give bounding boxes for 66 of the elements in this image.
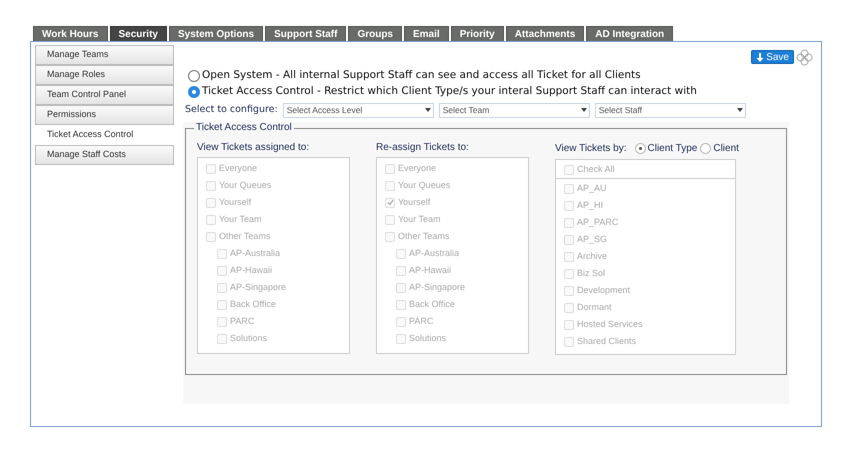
checkbox-label: AP_SG <box>577 232 608 246</box>
checkbox-label: AP-Hawaii <box>230 264 272 277</box>
checkbox-label: Your Team <box>398 212 441 226</box>
tab[interactable]: Attachments <box>506 26 584 41</box>
checkbox-label: AP-Australia <box>230 246 280 260</box>
checkbox-label: Biz Sol <box>577 266 606 280</box>
checkbox-label: Your Queues <box>219 178 272 192</box>
checkbox-label: Other Teams <box>219 230 270 243</box>
list-title: View Tickets by: <box>555 142 627 156</box>
checkbox-label: PARC <box>409 314 434 328</box>
checkbox-label: Your Queues <box>398 178 450 192</box>
select-field[interactable]: Select Access Level <box>282 102 434 118</box>
download-arrow-icon <box>756 52 764 62</box>
tab[interactable]: Groups <box>348 26 402 41</box>
checkbox-label: AP-Australia <box>409 246 460 260</box>
checkbox-label: Check All <box>577 162 615 176</box>
checkbox-label: Other Teams <box>398 230 450 243</box>
radio-label: Ticket Access Control - Restrict which Client Type/s your interal Support Staff can interact with <box>202 84 697 100</box>
select-field[interactable]: Select Team <box>438 102 590 118</box>
checkbox-label: Hosted Services <box>577 318 643 331</box>
tab[interactable]: Support Staff <box>265 26 346 41</box>
checkbox-label: Yourself <box>219 196 252 209</box>
dropdown-caret-icon <box>424 108 431 112</box>
checkbox-label: AP_AU <box>577 182 607 195</box>
checkbox-label: AP-Singapore <box>230 280 286 294</box>
sidebar-item[interactable]: Manage Teams <box>35 45 174 65</box>
checkbox-label: AP_HI <box>577 198 604 212</box>
radio-button[interactable] <box>188 70 200 82</box>
dropdown-caret-icon <box>736 108 743 112</box>
checkbox-label: Solutions <box>230 332 268 345</box>
save-button[interactable]: Save <box>751 50 794 64</box>
checkbox-label: Back Office <box>409 298 455 311</box>
tab[interactable]: Email <box>404 26 449 41</box>
checkbox-label: Archive <box>577 250 608 263</box>
radio-label: Client Type <box>648 142 698 156</box>
tab[interactable]: Priority <box>450 26 504 41</box>
sidebar-item[interactable]: Permissions <box>35 105 174 125</box>
select-field[interactable]: Select Staff <box>594 102 746 118</box>
dropdown-caret-icon <box>580 108 587 112</box>
checkbox-label: AP-Singapore <box>409 280 466 294</box>
sidebar-item[interactable]: Team Control Panel <box>35 85 174 105</box>
sidebar-item[interactable]: Manage Roles <box>35 65 174 85</box>
radio-button[interactable] <box>188 86 200 98</box>
tab[interactable]: System Options <box>168 26 264 41</box>
checkbox-label: Yourself <box>398 196 430 209</box>
sidebar-item[interactable]: Manage Staff Costs <box>35 145 174 165</box>
tab[interactable]: Security <box>110 26 167 41</box>
checkbox-label: PARC <box>230 314 254 328</box>
checkbox-label: Everyone <box>398 162 436 175</box>
tab[interactable]: AD Integration <box>586 26 674 41</box>
flower-outline-icon[interactable] <box>796 48 813 66</box>
list-title: View Tickets assigned to: <box>197 141 310 155</box>
configure-label: Select to configure: <box>185 102 278 117</box>
tab[interactable]: Work Hours <box>33 26 108 41</box>
checkbox-label: Dormant <box>577 300 612 314</box>
checkbox-label: Back Office <box>230 298 276 311</box>
list-title: Re-assign Tickets to: <box>376 141 470 155</box>
radio-label: Open System - All internal Support Staff can see and access all Ticket for all Clients <box>202 68 641 84</box>
checkbox-label: Development <box>577 284 630 297</box>
checkbox-label: Shared Clients <box>577 334 636 348</box>
checkbox-label: Solutions <box>409 332 446 345</box>
checkbox-label: AP_PARC <box>577 216 618 229</box>
checkbox-label: AP-Hawaii <box>409 264 452 277</box>
checkbox-label: Your Team <box>219 212 262 226</box>
checkbox-label: Everyone <box>219 162 258 175</box>
radio-label: Client <box>713 142 739 156</box>
